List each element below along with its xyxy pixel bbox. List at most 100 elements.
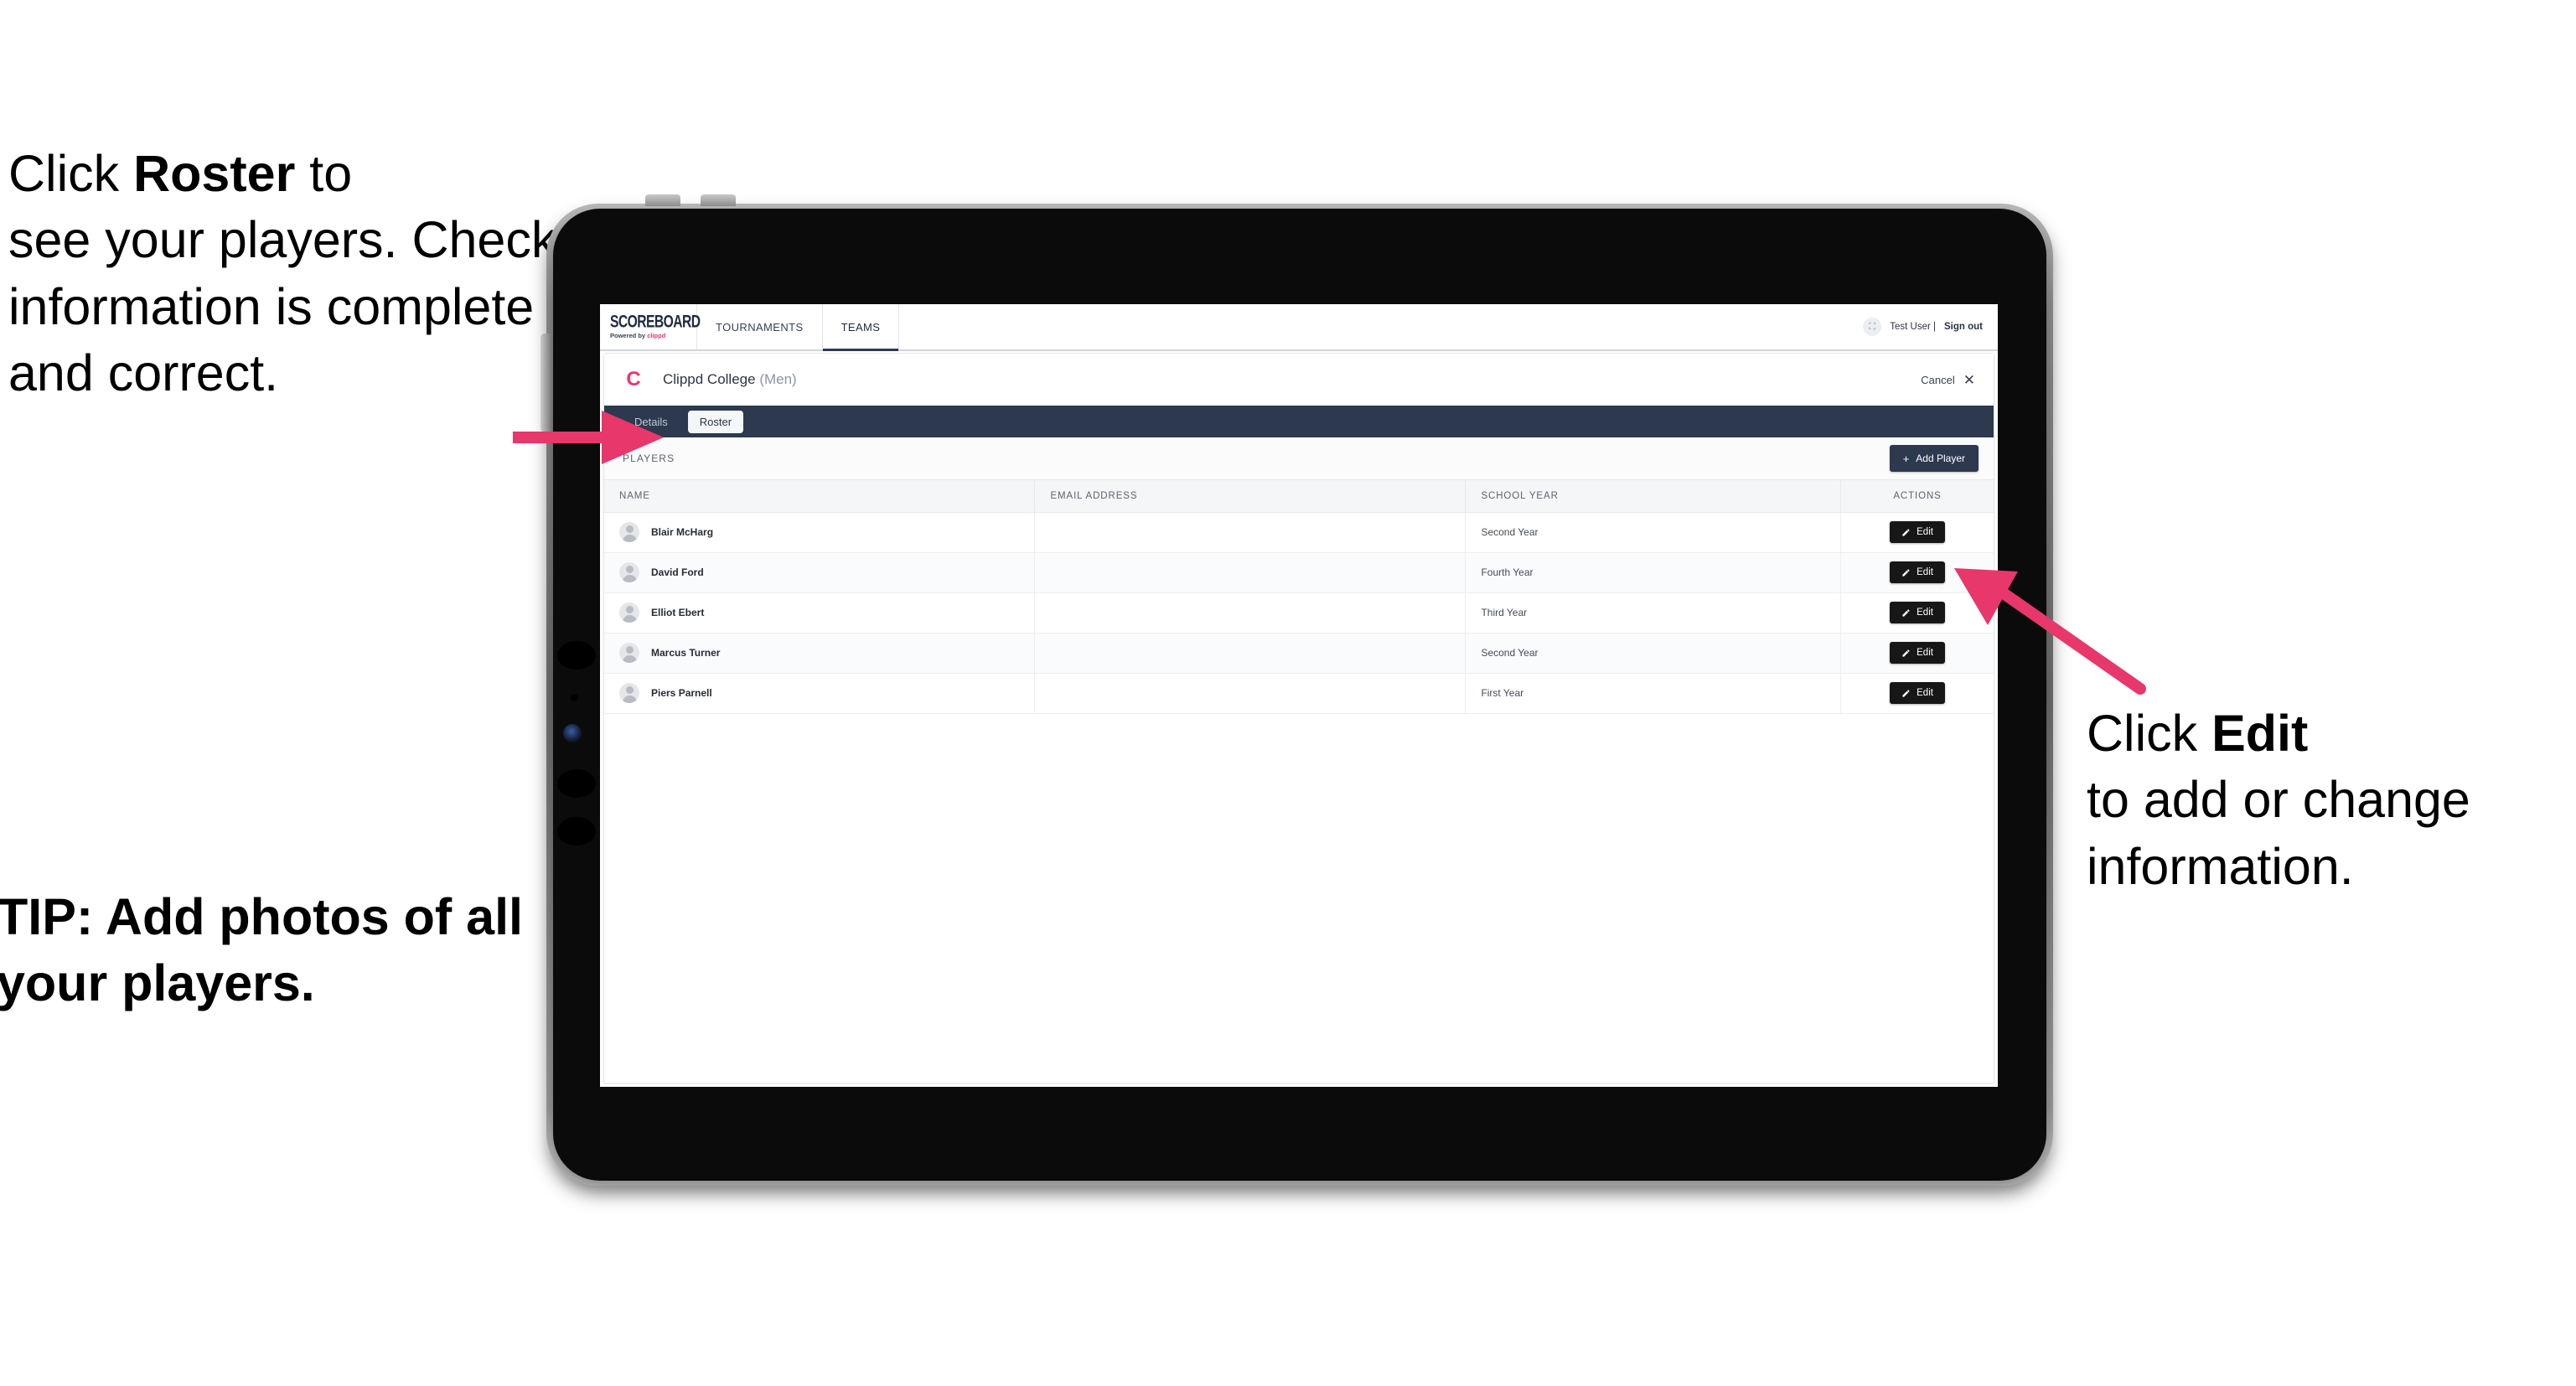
tablet-power-button[interactable] — [645, 194, 680, 206]
tab-roster[interactable]: Roster — [687, 410, 744, 433]
annotation-left-pre: Click — [8, 145, 134, 202]
player-name-cell: David Ford — [619, 562, 1034, 582]
annotation-left-bold: Roster — [133, 145, 296, 202]
cancel-label: Cancel — [1921, 373, 1955, 386]
column-header-actions: ACTIONS — [1840, 480, 1994, 513]
clippd-c-logo-icon: C — [626, 368, 641, 390]
tablet-volume-button[interactable] — [701, 194, 736, 206]
avatar — [619, 643, 639, 663]
table-header-row: NAME EMAIL ADDRESS SCHOOL YEAR ACTIONS — [604, 480, 1994, 513]
top-navigation-bar: SCOREBOARD Powered by clippd TOURNAMENTS… — [600, 304, 1998, 351]
edit-button[interactable]: Edit — [1890, 642, 1945, 664]
table-body: Blair McHarg Second Year Edit David Ford Fou… — [604, 512, 1994, 714]
edit-button-label: Edit — [1916, 608, 1933, 618]
column-header-school-year: SCHOOL YEAR — [1465, 480, 1842, 513]
cell-email — [1034, 592, 1466, 634]
cell-actions: Edit — [1840, 592, 1994, 634]
player-name-label: David Ford — [651, 566, 704, 578]
tab-details[interactable]: Details — [623, 411, 680, 433]
annotation-right-rest: to add or change information. — [2087, 771, 2485, 895]
avatar — [619, 562, 639, 582]
cell-name: Elliot Ebert — [604, 592, 1036, 634]
cell-email — [1034, 552, 1466, 593]
add-player-label: Add Player — [1916, 453, 1965, 464]
pencil-icon — [1902, 608, 1910, 617]
logo-wordmark: SCOREBOARD — [610, 311, 701, 332]
team-card-header: C Clippd College (Men) Cancel ✕ — [604, 354, 1994, 406]
cell-email — [1034, 673, 1466, 714]
cell-name: David Ford — [604, 552, 1036, 593]
table-row: Elliot Ebert Third Year Edit — [604, 592, 1994, 634]
table-row: Blair McHarg Second Year Edit — [604, 512, 1994, 553]
cell-school-year: First Year — [1465, 673, 1842, 714]
avatar — [619, 683, 639, 703]
edit-button-label: Edit — [1916, 688, 1933, 698]
nav-tab-teams[interactable]: TEAMS — [822, 304, 900, 351]
add-player-button[interactable]: + Add Player — [1889, 445, 1979, 472]
edit-button[interactable]: Edit — [1890, 521, 1945, 543]
team-gender-text: (Men) — [759, 371, 797, 387]
edit-button[interactable]: Edit — [1890, 682, 1945, 704]
logo-brand-clippd: clippd — [647, 332, 666, 339]
sign-out-link[interactable]: Sign out — [1944, 322, 1983, 332]
cell-name: Blair McHarg — [604, 512, 1036, 553]
tablet-speaker-icon — [557, 641, 596, 670]
annotation-tip: TIP: Add photos of all your players. — [0, 888, 537, 1012]
cell-actions: Edit — [1840, 633, 1994, 674]
cell-school-year: Second Year — [1465, 512, 1842, 553]
table-row: David Ford Fourth Year Edit — [604, 552, 1994, 593]
pencil-icon — [1902, 528, 1910, 536]
team-card: C Clippd College (Men) Cancel ✕ Details … — [603, 353, 1994, 1083]
cell-actions: Edit — [1840, 552, 1994, 593]
tablet-sensor-icon — [571, 694, 578, 701]
tablet-camera-icon — [563, 724, 582, 742]
edit-button-label: Edit — [1916, 648, 1933, 658]
cell-name: Piers Parnell — [604, 673, 1036, 714]
annotation-left-rest: see your players. Check information is c… — [8, 211, 557, 401]
nav-tab-tournaments[interactable]: TOURNAMENTS — [697, 304, 823, 349]
scoreboard-logo[interactable]: SCOREBOARD Powered by clippd — [600, 304, 701, 349]
table-row: Piers Parnell First Year Edit — [604, 673, 1994, 714]
players-section-label: PLAYERS — [623, 453, 675, 464]
tablet-screen: SCOREBOARD Powered by clippd TOURNAMENTS… — [600, 304, 1998, 1087]
team-name-text: Clippd College — [663, 371, 756, 387]
logo-powered-text: Powered by — [610, 332, 648, 339]
player-name-cell: Piers Parnell — [619, 683, 1034, 703]
cell-school-year: Second Year — [1465, 633, 1842, 674]
avatar[interactable]: ⛶ — [1863, 318, 1882, 336]
avatar — [619, 522, 639, 542]
player-name-cell: Marcus Turner — [619, 643, 1034, 663]
tablet-speaker-icon — [557, 817, 596, 846]
player-name-label: Piers Parnell — [651, 687, 712, 699]
column-header-name: NAME — [604, 480, 1036, 513]
cell-email — [1034, 633, 1466, 674]
column-header-email: EMAIL ADDRESS — [1034, 480, 1466, 513]
team-tab-strip: Details Roster — [604, 406, 1994, 437]
cell-actions: Edit — [1840, 673, 1994, 714]
edit-button[interactable]: Edit — [1890, 561, 1945, 583]
cell-name: Marcus Turner — [604, 633, 1036, 674]
table-head: NAME EMAIL ADDRESS SCHOOL YEAR ACTIONS — [604, 480, 1994, 513]
player-name-label: Marcus Turner — [651, 647, 721, 659]
cancel-button[interactable]: Cancel ✕ — [1921, 373, 1975, 387]
user-account-area: ⛶ Test User | Sign out — [1863, 304, 1998, 349]
annotation-left-post: to — [295, 145, 353, 202]
pencil-icon — [1902, 649, 1910, 657]
edit-button-label: Edit — [1916, 567, 1933, 577]
tablet-speaker-icon — [557, 769, 596, 798]
player-name-label: Blair McHarg — [651, 526, 714, 538]
close-icon: ✕ — [1963, 371, 1975, 388]
annotation-right-pre: Click — [2087, 705, 2212, 762]
player-name-label: Elliot Ebert — [651, 607, 705, 618]
plus-icon: + — [1902, 452, 1910, 465]
player-name-cell: Blair McHarg — [619, 522, 1034, 542]
edit-button[interactable]: Edit — [1890, 602, 1945, 623]
pencil-icon — [1902, 568, 1910, 577]
user-name-label: Test User | — [1890, 322, 1936, 332]
annotation-right: Click Edit to add or change information. — [2087, 701, 2573, 900]
page-title: Clippd College (Men) — [663, 371, 797, 388]
players-toolbar: PLAYERS + Add Player — [604, 437, 1994, 480]
tablet-side-button[interactable] — [541, 334, 551, 432]
players-table: NAME EMAIL ADDRESS SCHOOL YEAR ACTIONS B… — [604, 480, 1994, 714]
